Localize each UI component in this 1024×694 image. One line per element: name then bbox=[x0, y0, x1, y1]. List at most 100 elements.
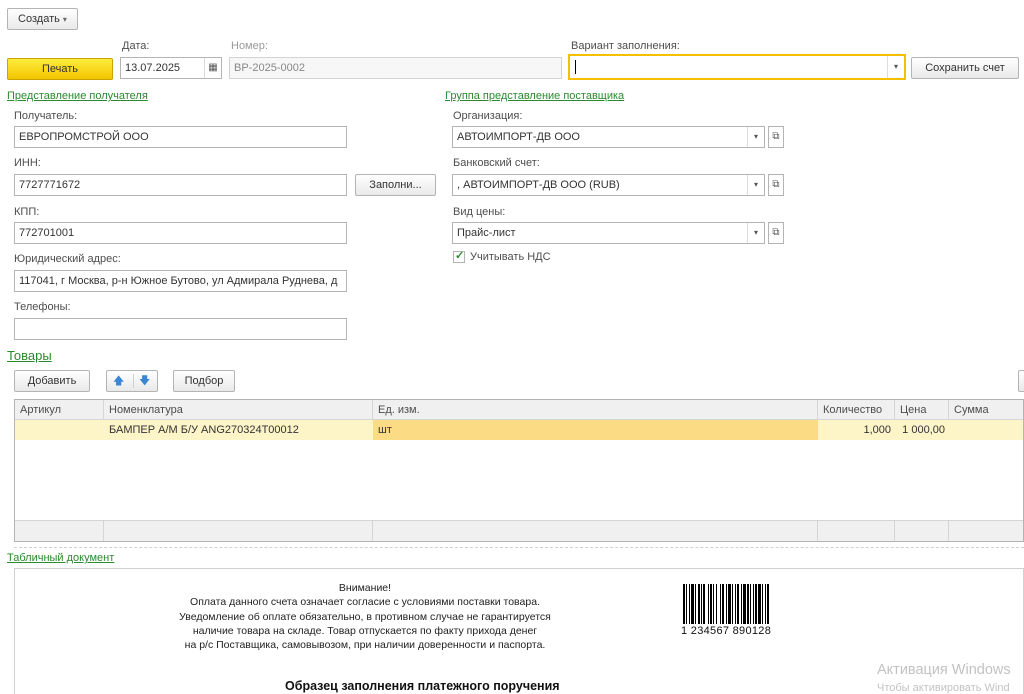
recipient-value: ЕВРОПРОМСТРОЙ ООО bbox=[19, 131, 149, 143]
address-field[interactable]: 117041, г Москва, р-н Южное Бутово, ул А… bbox=[14, 270, 347, 292]
barcode-bar bbox=[737, 584, 739, 624]
cell-article[interactable] bbox=[15, 420, 104, 440]
date-field[interactable]: 13.07.2025 ▦ bbox=[120, 57, 222, 79]
recipient-label: Получатель: bbox=[14, 110, 78, 122]
price-value: Прайс-лист bbox=[457, 227, 516, 239]
inn-value: 7727771672 bbox=[19, 179, 81, 191]
barcode-bar bbox=[708, 584, 709, 624]
doc-section-title[interactable]: Табличный документ bbox=[7, 552, 114, 564]
create-button[interactable]: Создать ▾ bbox=[7, 8, 78, 30]
save-account-button[interactable]: Сохранить счет bbox=[911, 57, 1019, 79]
table-footer-cell bbox=[949, 520, 1023, 541]
vat-label: Учитывать НДС bbox=[470, 251, 551, 263]
calendar-icon[interactable]: ▦ bbox=[204, 58, 221, 78]
add-button[interactable]: Добавить bbox=[14, 370, 90, 392]
dropdown-arrow-icon[interactable]: ▾ bbox=[887, 56, 904, 78]
barcode-digits: 1 234567 890128 bbox=[681, 625, 772, 637]
notice-line: Оплата данного счета означает согласие с… bbox=[190, 596, 540, 609]
column-header-name[interactable]: Номенклатура bbox=[104, 400, 373, 420]
notice-line: Уведомление об оплате обязательно, в про… bbox=[179, 610, 551, 623]
cell-name[interactable]: БАМПЕР А/М Б/У ANG270324T00012 bbox=[104, 420, 373, 440]
open-icon[interactable]: ⧉ bbox=[768, 126, 784, 148]
address-label: Юридический адрес: bbox=[14, 253, 121, 265]
cell-price[interactable]: 1 000,00 bbox=[895, 420, 949, 440]
column-header-qty[interactable]: Количество bbox=[818, 400, 895, 420]
column-header-article[interactable]: Артикул bbox=[15, 400, 104, 420]
column-header-unit[interactable]: Ед. изм. bbox=[373, 400, 818, 420]
date-label: Дата: bbox=[122, 40, 150, 52]
price-field[interactable]: Прайс-лист ▾ bbox=[452, 222, 765, 244]
phones-field[interactable] bbox=[14, 318, 347, 340]
inn-field[interactable]: 7727771672 bbox=[14, 174, 347, 196]
barcode-bar bbox=[710, 584, 712, 624]
print-button[interactable]: Печать bbox=[7, 58, 113, 80]
supplier-section-title[interactable]: Группа представление поставщика bbox=[445, 90, 624, 102]
barcode-bar bbox=[762, 584, 763, 624]
dropdown-arrow-icon[interactable]: ▾ bbox=[747, 175, 764, 195]
open-icon[interactable]: ⧉ bbox=[768, 174, 784, 196]
barcode-bar bbox=[720, 584, 721, 624]
price-label: Вид цены: bbox=[453, 206, 506, 218]
barcode-bar bbox=[732, 584, 733, 624]
goods-table[interactable]: Артикул Номенклатура Ед. изм. Количество… bbox=[14, 399, 1024, 542]
barcode-bar bbox=[758, 584, 761, 624]
column-header-sum[interactable]: Сумма bbox=[949, 400, 1023, 420]
kpp-value: 772701001 bbox=[19, 227, 75, 239]
org-label: Организация: bbox=[453, 110, 523, 122]
recipient-field[interactable]: ЕВРОПРОМСТРОЙ ООО bbox=[14, 126, 347, 148]
number-value: ВР-2025-0002 bbox=[234, 62, 305, 74]
goods-section-title[interactable]: Товары bbox=[7, 348, 52, 363]
fill-button[interactable]: Заполни... bbox=[355, 174, 436, 196]
kpp-field[interactable]: 772701001 bbox=[14, 222, 347, 244]
more-button[interactable] bbox=[1018, 370, 1024, 392]
column-header-price[interactable]: Цена bbox=[895, 400, 949, 420]
pick-button[interactable]: Подбор bbox=[173, 370, 235, 392]
org-field[interactable]: АВТОИМПОРТ-ДВ ООО ▾ bbox=[452, 126, 765, 148]
barcode-bar bbox=[695, 584, 696, 624]
fill-variant-label: Вариант заполнения: bbox=[571, 40, 680, 52]
barcode-bar bbox=[701, 584, 702, 624]
divider bbox=[14, 547, 1024, 548]
dropdown-arrow-icon[interactable]: ▾ bbox=[747, 127, 764, 147]
address-value: 117041, г Москва, р-н Южное Бутово, ул А… bbox=[19, 275, 338, 287]
chevron-down-icon: ▾ bbox=[62, 15, 67, 24]
move-buttons: 🡅 🡇 bbox=[106, 370, 158, 392]
vat-checkbox[interactable]: ✓ bbox=[453, 250, 465, 263]
fill-variant-field[interactable]: ▾ bbox=[568, 54, 906, 80]
phones-label: Телефоны: bbox=[14, 301, 71, 313]
recipient-section-title[interactable]: Представление получателя bbox=[7, 90, 148, 102]
barcode-bar bbox=[750, 584, 751, 624]
move-down-icon[interactable]: 🡇 bbox=[139, 371, 150, 391]
open-icon[interactable]: ⧉ bbox=[768, 222, 784, 244]
bank-value: , АВТОИМПОРТ-ДВ ООО (RUB) bbox=[457, 179, 620, 191]
barcode-bar bbox=[703, 584, 705, 624]
move-up-icon[interactable]: 🡅 bbox=[113, 371, 124, 391]
barcode-bar bbox=[753, 584, 754, 624]
barcode-bar bbox=[755, 584, 757, 624]
barcode-bar bbox=[747, 584, 749, 624]
kpp-label: КПП: bbox=[14, 206, 40, 218]
cell-qty[interactable]: 1,000 bbox=[818, 420, 895, 440]
barcode-bar bbox=[689, 584, 690, 624]
cell-unit[interactable]: шт bbox=[373, 420, 818, 440]
create-button-label: Создать bbox=[18, 13, 60, 25]
barcode-bar bbox=[765, 584, 766, 624]
spreadsheet-document[interactable]: Внимание! Оплата данного счета означает … bbox=[14, 568, 1024, 694]
barcode bbox=[683, 584, 769, 624]
pick-button-label: Подбор bbox=[184, 375, 224, 387]
barcode-bar bbox=[741, 584, 742, 624]
table-footer-cell bbox=[15, 520, 104, 541]
table-footer-cell bbox=[373, 520, 818, 541]
inn-label: ИНН: bbox=[14, 157, 41, 169]
barcode-bar bbox=[728, 584, 731, 624]
barcode-bar bbox=[722, 584, 724, 624]
bank-field[interactable]: , АВТОИМПОРТ-ДВ ООО (RUB) ▾ bbox=[452, 174, 765, 196]
activation-watermark-title: Активация Windows bbox=[877, 662, 1011, 678]
barcode-bar bbox=[716, 584, 717, 624]
org-value: АВТОИМПОРТ-ДВ ООО bbox=[457, 131, 580, 143]
save-account-label: Сохранить счет bbox=[925, 62, 1005, 74]
cell-sum[interactable] bbox=[949, 420, 1023, 440]
barcode-bar bbox=[683, 584, 685, 624]
table-footer-cell bbox=[104, 520, 373, 541]
dropdown-arrow-icon[interactable]: ▾ bbox=[747, 223, 764, 243]
